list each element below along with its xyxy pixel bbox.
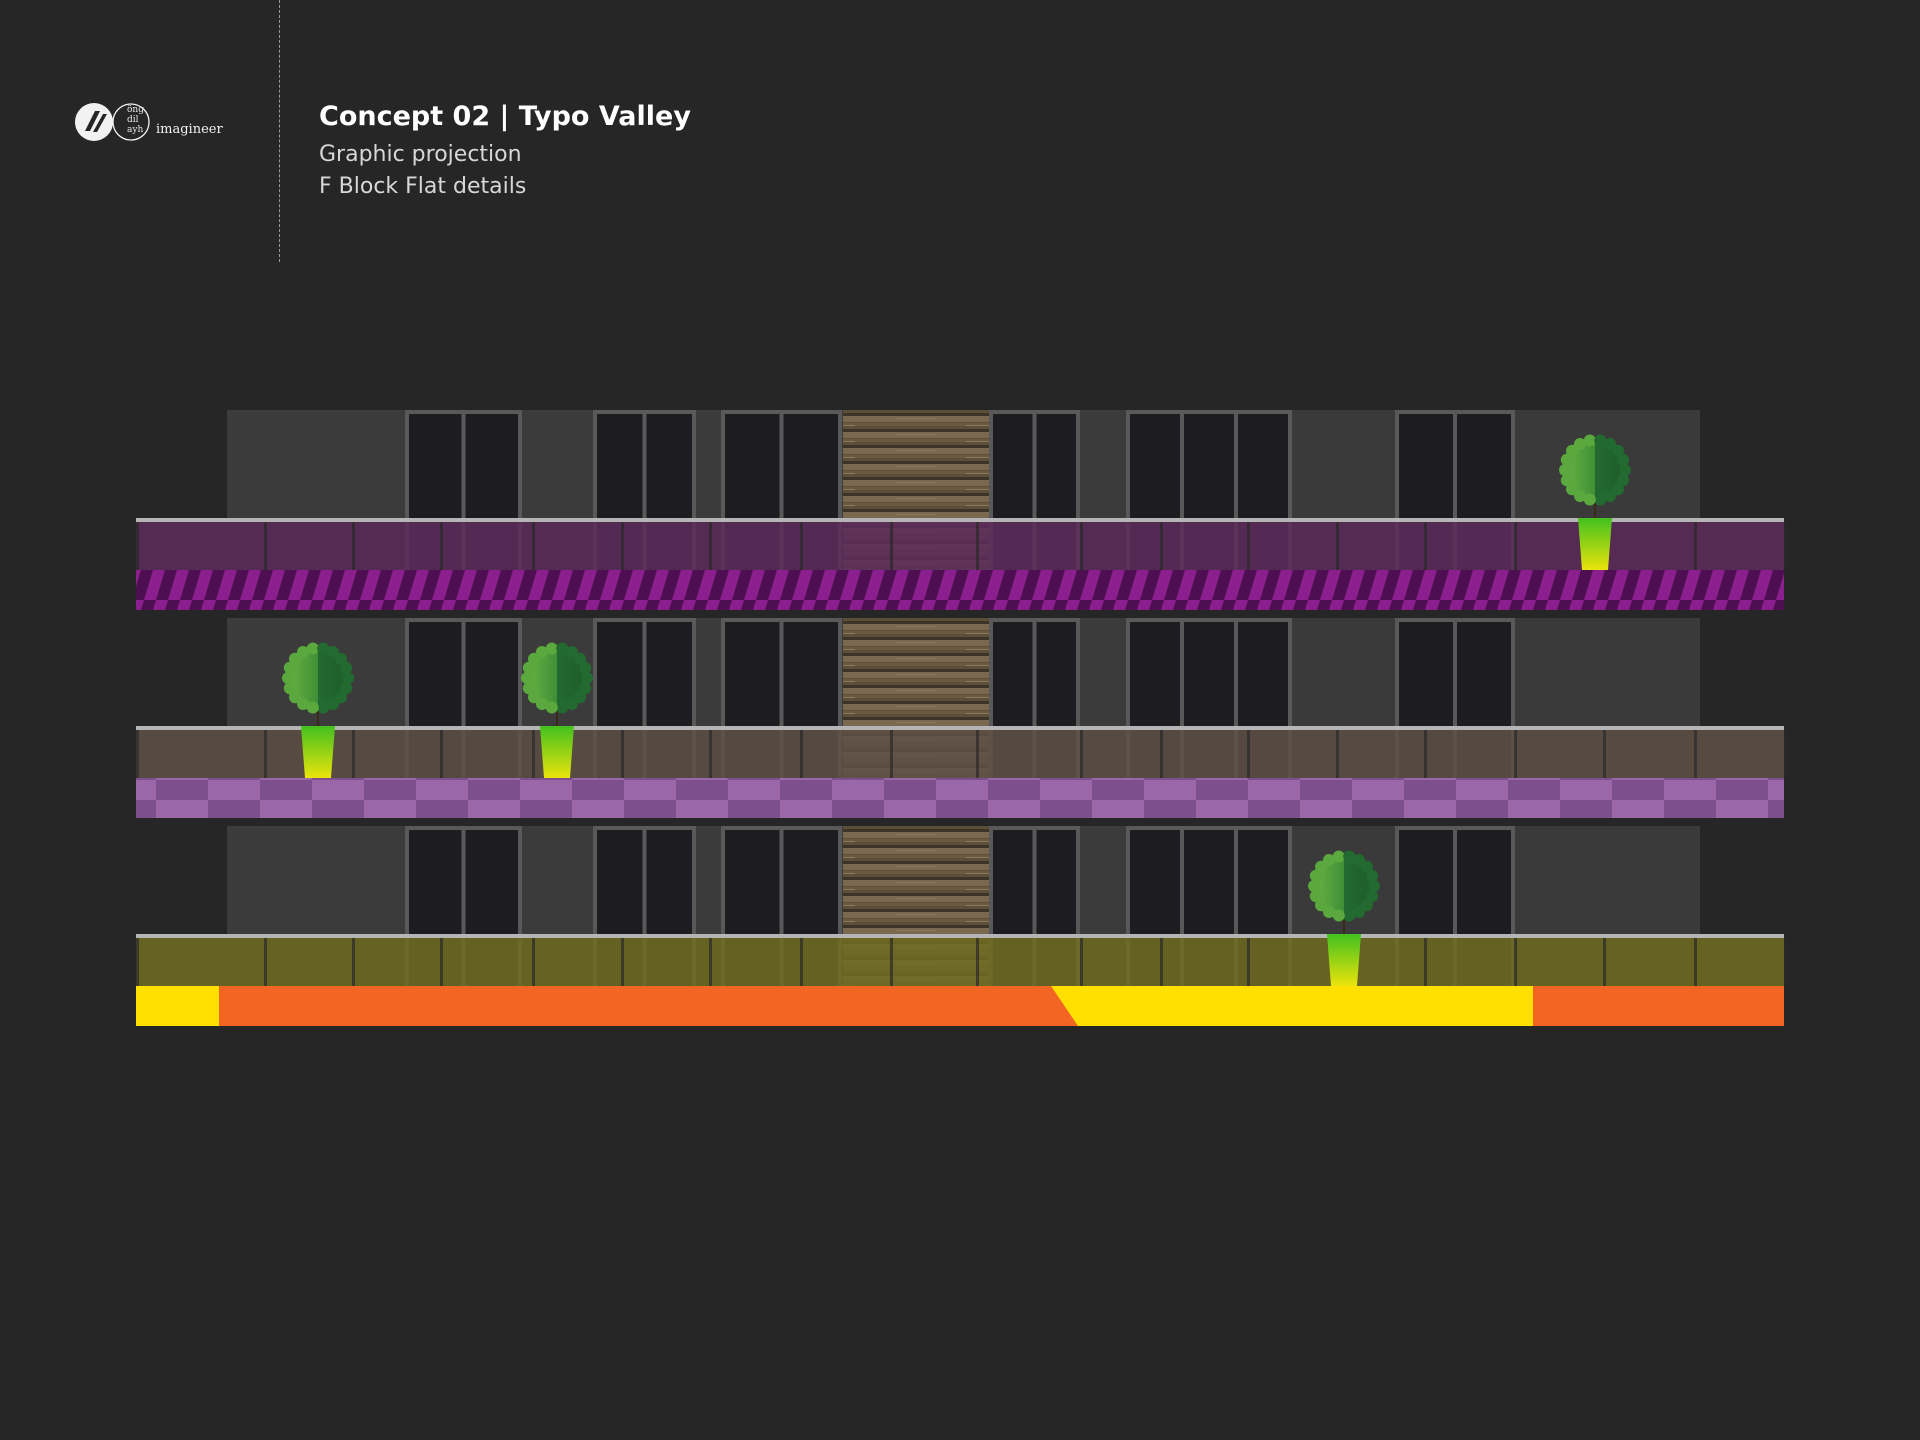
foliage-leaf bbox=[1366, 869, 1379, 882]
glass-mullion bbox=[1424, 938, 1427, 986]
foliage-leaf bbox=[317, 701, 330, 714]
glass-mullion bbox=[1603, 938, 1606, 986]
glass-mullion bbox=[709, 938, 712, 986]
orange-band bbox=[136, 986, 1784, 1026]
floor-1 bbox=[136, 410, 1787, 610]
foliage-leaf bbox=[1619, 464, 1631, 476]
glass-mullion bbox=[1424, 730, 1427, 778]
glass-mullion bbox=[264, 938, 267, 986]
glass-mullion bbox=[1784, 730, 1787, 778]
glass-mullion bbox=[352, 522, 355, 570]
railing bbox=[136, 934, 1784, 938]
foliage-leaf bbox=[342, 672, 354, 684]
glass-mullion bbox=[1160, 522, 1163, 570]
glass-mullion bbox=[1336, 522, 1339, 570]
foliage-leaf bbox=[340, 661, 353, 674]
glass-mullion bbox=[1080, 730, 1083, 778]
foliage-leaf bbox=[1332, 850, 1345, 863]
glass-mullion bbox=[1514, 522, 1517, 570]
plant-pot bbox=[1578, 518, 1612, 570]
glass-mullion bbox=[890, 522, 893, 570]
glass-mullion bbox=[440, 730, 443, 778]
plant-pot bbox=[1327, 934, 1361, 986]
foliage-leaf bbox=[1368, 880, 1380, 892]
glass-mullion bbox=[136, 730, 139, 778]
facade-elevation bbox=[136, 410, 1787, 1026]
foliage-leaf bbox=[283, 682, 296, 695]
glass-mullion bbox=[800, 730, 803, 778]
glass-mullion bbox=[976, 938, 979, 986]
glass-mullion bbox=[136, 938, 139, 986]
glass-mullion bbox=[890, 938, 893, 986]
foliage-leaf bbox=[1560, 474, 1573, 487]
plant-pot bbox=[540, 726, 574, 778]
foliage-leaf bbox=[1309, 890, 1322, 903]
glass-mullion bbox=[532, 730, 535, 778]
foliage-leaf bbox=[1594, 493, 1607, 506]
glass-mullion bbox=[1603, 730, 1606, 778]
foliage-leaf bbox=[1343, 909, 1356, 922]
checkered-band bbox=[136, 778, 1784, 818]
glass-mullion bbox=[1080, 522, 1083, 570]
glass-mullion bbox=[1514, 730, 1517, 778]
balcony-glass bbox=[136, 938, 1784, 986]
glass-mullion bbox=[440, 938, 443, 986]
glass-mullion bbox=[1424, 522, 1427, 570]
foliage-leaf bbox=[1559, 464, 1571, 476]
glass-mullion bbox=[800, 522, 803, 570]
glass-mullion bbox=[352, 730, 355, 778]
glass-mullion bbox=[1514, 938, 1517, 986]
glass-mullion bbox=[800, 938, 803, 986]
striped-band bbox=[136, 570, 1784, 610]
glass-mullion bbox=[1694, 522, 1697, 570]
glass-mullion bbox=[621, 522, 624, 570]
glass-mullion bbox=[1160, 730, 1163, 778]
railing bbox=[136, 518, 1784, 522]
foliage-leaf bbox=[581, 672, 593, 684]
glass-mullion bbox=[1784, 938, 1787, 986]
glass-mullion bbox=[440, 522, 443, 570]
floor-3 bbox=[136, 826, 1787, 1026]
glass-mullion bbox=[352, 938, 355, 986]
foliage-leaf bbox=[1308, 880, 1320, 892]
glass-mullion bbox=[264, 730, 267, 778]
glass-mullion bbox=[1160, 938, 1163, 986]
yellow-block-left bbox=[136, 986, 219, 1026]
glass-mullion bbox=[1247, 938, 1250, 986]
glass-mullion bbox=[1694, 938, 1697, 986]
railing bbox=[136, 726, 1784, 730]
glass-mullion bbox=[532, 938, 535, 986]
foliage-leaf bbox=[579, 661, 592, 674]
glass-mullion bbox=[1247, 730, 1250, 778]
foliage-leaf bbox=[556, 701, 569, 714]
glass-mullion bbox=[532, 522, 535, 570]
foliage-leaf bbox=[306, 642, 319, 655]
glass-mullion bbox=[976, 730, 979, 778]
glass-mullion bbox=[1080, 938, 1083, 986]
foliage-leaf bbox=[545, 642, 558, 655]
balcony-glass bbox=[136, 730, 1784, 778]
glass-mullion bbox=[136, 522, 139, 570]
glass-mullion bbox=[264, 522, 267, 570]
balcony-glass bbox=[136, 522, 1784, 570]
glass-mullion bbox=[621, 938, 624, 986]
floor-2 bbox=[136, 618, 1787, 818]
glass-mullion bbox=[709, 730, 712, 778]
plant-pot bbox=[301, 726, 335, 778]
foliage-leaf bbox=[1583, 434, 1596, 447]
glass-mullion bbox=[1784, 522, 1787, 570]
glass-mullion bbox=[621, 730, 624, 778]
glass-mullion bbox=[1694, 730, 1697, 778]
foliage-leaf bbox=[521, 672, 533, 684]
glass-mullion bbox=[976, 522, 979, 570]
glass-mullion bbox=[1336, 730, 1339, 778]
yellow-block-center bbox=[1051, 986, 1533, 1026]
glass-mullion bbox=[709, 522, 712, 570]
foliage-leaf bbox=[1617, 453, 1630, 466]
glass-mullion bbox=[890, 730, 893, 778]
glass-mullion bbox=[1247, 522, 1250, 570]
foliage-leaf bbox=[522, 682, 535, 695]
foliage-leaf bbox=[282, 672, 294, 684]
